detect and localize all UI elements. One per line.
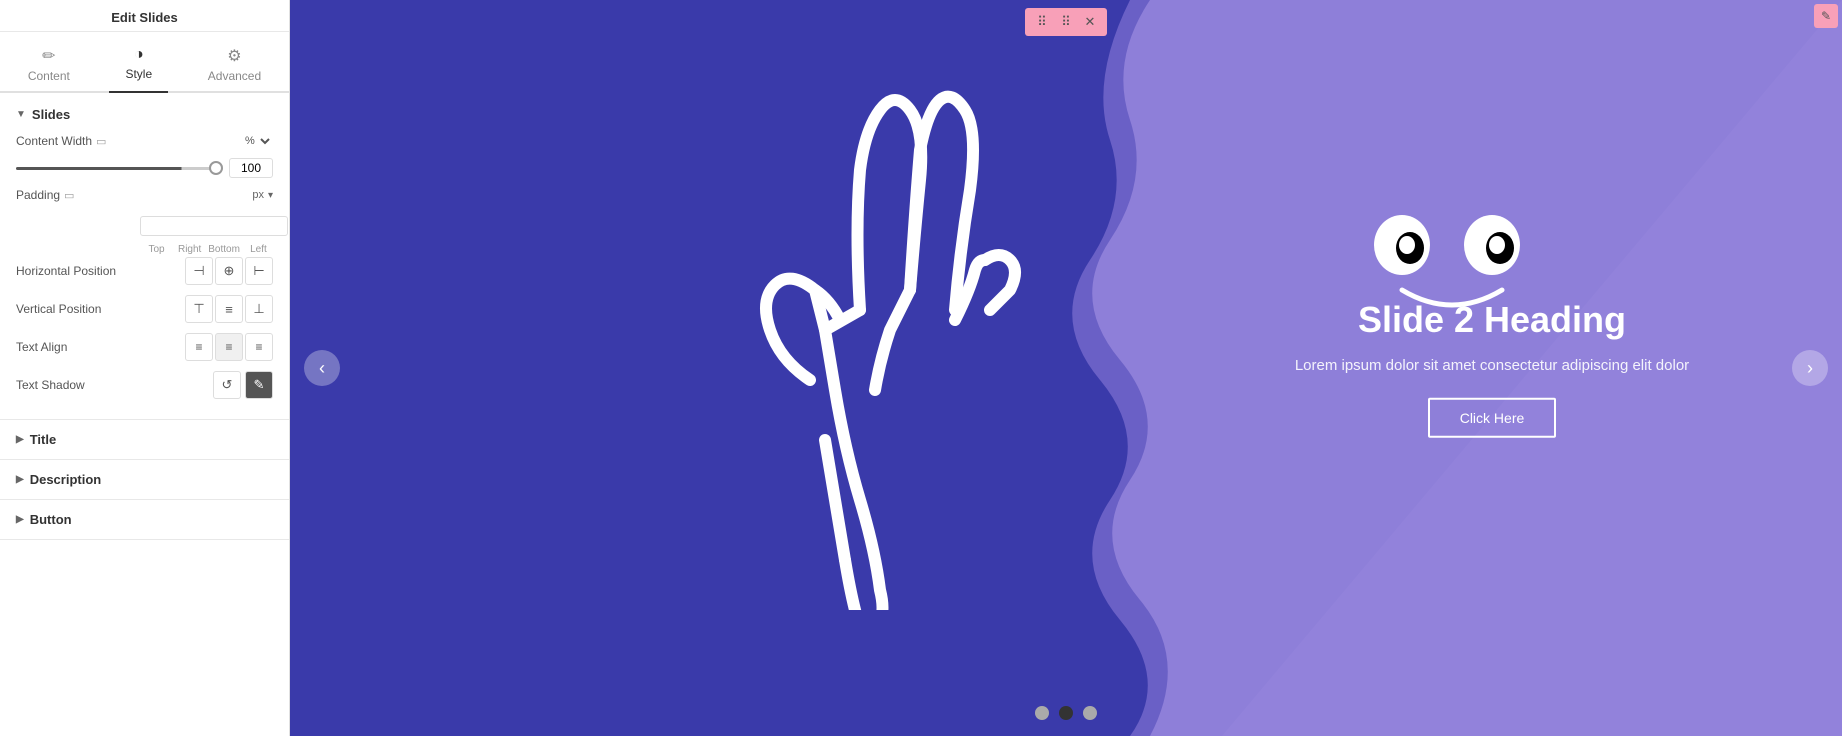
padding-unit-area: px ▾: [142, 189, 273, 201]
horizontal-position-btn-group: ⊣ ⊕ ⊢: [185, 257, 273, 285]
slide-dot-1[interactable]: [1035, 706, 1049, 720]
slide-dots: [1035, 706, 1097, 720]
tab-content[interactable]: ✏ Content: [12, 40, 86, 93]
edit-corner-button[interactable]: ✎: [1814, 4, 1838, 28]
text-align-row: Text Align ≡ ≡ ≡: [16, 333, 273, 361]
vertical-position-controls: ⊤ ≡ ⊥: [142, 295, 273, 323]
content-icon: ✏: [42, 46, 55, 66]
horizontal-position-controls: ⊣ ⊕ ⊢: [142, 257, 273, 285]
h-align-right-button[interactable]: ⊢: [245, 257, 273, 285]
horizontal-position-row: Horizontal Position ⊣ ⊕ ⊢: [16, 257, 273, 285]
slides-arrow-icon: ▼: [16, 109, 26, 120]
padding-inputs: [140, 216, 290, 236]
v-align-bottom-button[interactable]: ⊥: [245, 295, 273, 323]
description-arrow-icon: ▶: [16, 474, 24, 485]
slide-container: Slide 2 Heading Lorem ipsum dolor sit am…: [290, 0, 1842, 736]
v-align-middle-button[interactable]: ≡: [215, 295, 243, 323]
grid-icon[interactable]: ⠿: [1055, 11, 1077, 33]
tab-advanced[interactable]: ⚙ Advanced: [192, 40, 277, 93]
tab-style-label: Style: [125, 67, 152, 81]
slide-dot-3[interactable]: [1083, 706, 1097, 720]
slide-next-button[interactable]: ›: [1792, 350, 1828, 386]
v-align-top-button[interactable]: ⊤: [185, 295, 213, 323]
tabs-row: ✏ Content ◑ Style ⚙ Advanced: [0, 32, 289, 93]
style-icon: ◑: [134, 46, 144, 64]
face-decoration: [1372, 210, 1532, 313]
h-align-center-button[interactable]: ⊕: [215, 257, 243, 285]
padding-left-label: Left: [244, 244, 273, 255]
tab-advanced-label: Advanced: [208, 69, 261, 83]
main-area: Slide 2 Heading Lorem ipsum dolor sit am…: [290, 0, 1842, 736]
text-align-label: Text Align: [16, 340, 136, 354]
content-width-slider-container: [16, 158, 273, 178]
title-arrow-icon: ▶: [16, 434, 24, 445]
content-width-slider-row: [16, 158, 273, 178]
slides-section: ▼ Slides Content Width ▭ % px: [0, 93, 289, 420]
slide-content: Slide 2 Heading Lorem ipsum dolor sit am…: [1242, 299, 1742, 438]
padding-unit-label: px: [252, 189, 264, 201]
left-panel: Edit Slides ✏ Content ◑ Style ⚙ Advanced…: [0, 0, 290, 736]
padding-label: Padding ▭: [16, 188, 136, 202]
button-arrow-icon: ▶: [16, 514, 24, 525]
text-align-left-button[interactable]: ≡: [185, 333, 213, 361]
content-width-controls: % px: [142, 134, 273, 148]
close-icon[interactable]: ✕: [1079, 11, 1101, 33]
vertical-position-label: Vertical Position: [16, 302, 136, 316]
vertical-position-row: Vertical Position ⊤ ≡ ⊥: [16, 295, 273, 323]
hand-drawing-svg: [660, 30, 1100, 610]
horizontal-position-label: Horizontal Position: [16, 264, 136, 278]
padding-bottom-label: Bottom: [208, 244, 240, 255]
padding-top-label: Top: [142, 244, 171, 255]
padding-top-input[interactable]: [140, 216, 288, 236]
tab-content-label: Content: [28, 69, 70, 83]
text-shadow-row: Text Shadow ↺ ✎: [16, 371, 273, 399]
h-align-left-button[interactable]: ⊣: [185, 257, 213, 285]
text-align-center-button[interactable]: ≡: [215, 333, 243, 361]
vertical-position-btn-group: ⊤ ≡ ⊥: [185, 295, 273, 323]
content-width-unit-select[interactable]: % px: [241, 134, 273, 148]
padding-row: Padding ▭ px ▾: [16, 188, 273, 202]
button-section[interactable]: ▶ Button: [0, 500, 289, 540]
content-width-row: Content Width ▭ % px: [16, 134, 273, 148]
title-section[interactable]: ▶ Title: [0, 420, 289, 460]
slide-prev-button[interactable]: ‹: [304, 350, 340, 386]
slide-cta-button[interactable]: Click Here: [1428, 397, 1557, 437]
padding-labels-row: Top Right Bottom Left: [142, 244, 273, 255]
padding-icon: ▭: [64, 189, 74, 202]
top-toolbar: ⠿ ⠿ ✕: [1025, 8, 1107, 36]
content-width-label: Content Width ▭: [16, 134, 136, 148]
eyes-svg: [1372, 210, 1532, 310]
slides-title-label: Slides: [32, 107, 70, 122]
tab-style[interactable]: ◑ Style: [109, 40, 168, 93]
description-section[interactable]: ▶ Description: [0, 460, 289, 500]
advanced-icon: ⚙: [227, 46, 241, 66]
text-shadow-controls: ↺ ✎: [142, 371, 273, 399]
slide-dot-2[interactable]: [1059, 706, 1073, 720]
text-align-controls: ≡ ≡ ≡: [142, 333, 273, 361]
text-shadow-edit-button[interactable]: ✎: [245, 371, 273, 399]
content-width-input[interactable]: [229, 158, 273, 178]
padding-right-label: Right: [175, 244, 204, 255]
panel-header: Edit Slides: [0, 0, 289, 32]
content-width-slider[interactable]: [16, 167, 223, 170]
text-shadow-label: Text Shadow: [16, 378, 136, 392]
text-align-right-button[interactable]: ≡: [245, 333, 273, 361]
slides-section-title[interactable]: ▼ Slides: [16, 103, 273, 126]
slides-section-content: Content Width ▭ % px P: [16, 126, 273, 399]
padding-inputs-row: 🔗: [16, 212, 273, 240]
text-align-btn-group: ≡ ≡ ≡: [185, 333, 273, 361]
monitor-icon: ▭: [96, 135, 106, 148]
description-section-label: Description: [30, 472, 102, 487]
title-section-label: Title: [30, 432, 57, 447]
slide-heading: Slide 2 Heading: [1242, 299, 1742, 341]
text-shadow-reset-button[interactable]: ↺: [213, 371, 241, 399]
drag-icon[interactable]: ⠿: [1031, 11, 1053, 33]
chevron-down-icon: ▾: [268, 190, 273, 201]
button-section-label: Button: [30, 512, 72, 527]
slide-description: Lorem ipsum dolor sit amet consectetur a…: [1242, 355, 1742, 378]
